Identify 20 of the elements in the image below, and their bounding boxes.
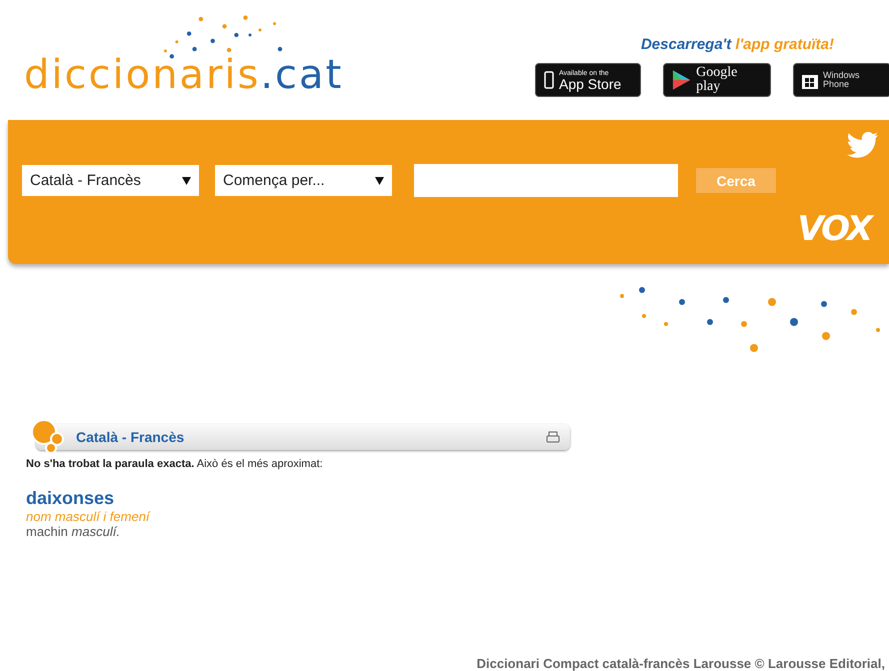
dropdown-arrow-icon (375, 176, 384, 184)
promo-text: Descarrega't l'app gratuïta! (640, 36, 834, 53)
translation: machin masculí. (26, 524, 121, 539)
store-badge[interactable]: Windows Phone (793, 63, 889, 97)
bird-icon[interactable] (847, 132, 879, 160)
source-credit: Diccionari Compact català-francès Larousse © Larousse Editorial, (476, 656, 885, 671)
brand-logo: VOX (797, 209, 871, 249)
print-icon[interactable] (546, 431, 560, 443)
phone-icon (544, 71, 554, 89)
dropdown-arrow-icon (182, 176, 191, 184)
store-badge[interactable]: Google play (663, 63, 771, 97)
grammar-category: nom masculí i femení (26, 509, 152, 524)
search-field[interactable] (414, 164, 678, 197)
headword: daixonses (26, 488, 116, 509)
result-title: Català - Francès (76, 429, 184, 445)
play-triangle-icon (672, 69, 692, 91)
logo[interactable]: diccionaris.cat (24, 52, 344, 98)
dictionary-select[interactable]: Català - Francès (22, 165, 199, 196)
mode-select[interactable]: Comença per... (215, 165, 392, 196)
result-message: No s'ha trobat la paraula exacta. Això és el més aproximat: (26, 458, 324, 470)
